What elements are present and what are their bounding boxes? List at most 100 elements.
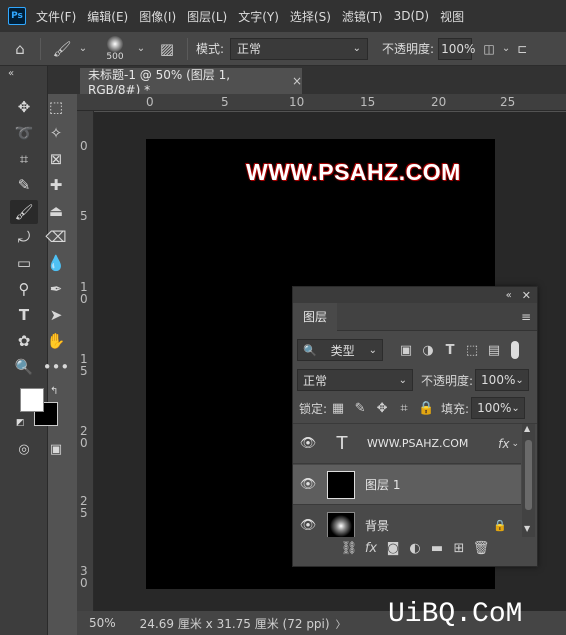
- default-colors-icon[interactable]: ◩: [16, 418, 25, 428]
- history-brush-tool-icon[interactable]: ⤾: [12, 226, 36, 248]
- chevron-down-icon[interactable]: ⌄: [77, 43, 89, 54]
- type-tool-icon[interactable]: T: [12, 304, 36, 326]
- filter-type-icon[interactable]: T: [439, 343, 461, 358]
- fx-icon[interactable]: fx: [360, 541, 382, 556]
- home-icon[interactable]: ⌂: [0, 40, 40, 58]
- mode-select[interactable]: 正常 ⌄: [230, 37, 369, 60]
- visibility-eye-icon[interactable]: 👁: [293, 436, 323, 451]
- chevron-down-icon: ⌄: [511, 402, 520, 414]
- layer-row-text[interactable]: 👁 T WWW.PSAHZ.COM fx ⌄: [293, 424, 521, 464]
- lock-position-icon[interactable]: ✥: [371, 401, 393, 416]
- filter-toggle-icon[interactable]: [511, 341, 519, 359]
- screen-mode-icon[interactable]: ▣: [44, 438, 68, 460]
- collapse-icon[interactable]: «: [8, 68, 14, 79]
- adjustment-icon[interactable]: ◐: [404, 541, 426, 556]
- brush-preset-icon[interactable]: 🖌: [47, 40, 77, 58]
- layer-thumbnail: [327, 511, 355, 537]
- document-tab[interactable]: 未标题-1 @ 50% (图层 1, RGB/8#) * ×: [80, 68, 302, 97]
- menu-3d[interactable]: 3D(D): [394, 9, 429, 23]
- panel-tabs: 图层 ≡: [293, 302, 537, 331]
- menu-image[interactable]: 图像(I): [139, 8, 176, 25]
- flow-icon[interactable]: ⊏: [512, 42, 532, 56]
- pen-tool-icon[interactable]: ✒: [44, 278, 68, 300]
- menu-type[interactable]: 文字(Y): [238, 8, 279, 25]
- lock-transparency-icon[interactable]: ▦: [327, 401, 349, 416]
- menu-bar: Ps 文件(F) 编辑(E) 图像(I) 图层(L) 文字(Y) 选择(S) 滤…: [0, 0, 566, 32]
- menu-file[interactable]: 文件(F): [36, 8, 76, 25]
- filter-pixel-icon[interactable]: ▣: [395, 343, 417, 358]
- layer-row-pixel[interactable]: 👁 图层 1: [293, 465, 521, 505]
- menu-filter[interactable]: 滤镜(T): [342, 8, 383, 25]
- healing-brush-tool-icon[interactable]: ✚: [44, 174, 68, 196]
- menu-edit[interactable]: 编辑(E): [87, 8, 128, 25]
- brush-tool-icon[interactable]: 🖌: [10, 200, 38, 224]
- brush-settings-icon[interactable]: ▨: [153, 40, 181, 58]
- lock-pixels-icon[interactable]: ✎: [349, 401, 371, 416]
- magic-wand-tool-icon[interactable]: ✧: [44, 122, 68, 144]
- gradient-tool-icon[interactable]: ▭: [12, 252, 36, 274]
- mode-label: 模式:: [196, 42, 225, 56]
- pressure-opacity-icon[interactable]: ◫: [478, 42, 500, 56]
- eraser-tool-icon[interactable]: ⌫: [44, 226, 68, 248]
- chevron-down-icon[interactable]: ⌄: [135, 43, 147, 54]
- visibility-eye-icon[interactable]: 👁: [293, 518, 323, 533]
- scrollbar-thumb[interactable]: [525, 440, 532, 510]
- mask-icon[interactable]: ◙: [382, 541, 404, 556]
- folder-icon[interactable]: ▬: [426, 541, 448, 556]
- foreground-color-swatch[interactable]: [20, 388, 44, 412]
- lock-all-icon[interactable]: 🔒: [415, 401, 437, 416]
- blend-mode-select[interactable]: 正常 ⌄: [297, 369, 413, 391]
- layer-fx-icon[interactable]: fx: [498, 437, 509, 451]
- lasso-tool-icon[interactable]: ➰: [12, 122, 36, 144]
- quick-mask-icon[interactable]: ◎: [12, 438, 36, 460]
- swap-colors-icon[interactable]: ↰: [50, 386, 58, 397]
- fill-input[interactable]: 100% ⌄: [471, 397, 526, 419]
- chevron-down-icon[interactable]: ⌄: [500, 43, 512, 54]
- stamp-tool-icon[interactable]: ⏏: [44, 200, 68, 222]
- layer-row-background[interactable]: 👁 背景 🔒: [293, 506, 521, 537]
- brush-size-picker[interactable]: 500: [95, 35, 135, 62]
- brush-tip-icon: [107, 35, 123, 52]
- marquee-tool-icon[interactable]: ⬚: [44, 96, 68, 118]
- more-tools-icon[interactable]: •••: [43, 356, 70, 378]
- lock-artboard-icon[interactable]: ⌗: [393, 401, 415, 416]
- chevron-down-icon[interactable]: ⌄: [511, 439, 519, 449]
- move-tool-icon[interactable]: ✥: [12, 96, 36, 118]
- blur-tool-icon[interactable]: 💧: [44, 252, 68, 274]
- new-layer-icon[interactable]: ⊞: [448, 541, 470, 556]
- opacity-input[interactable]: 100%: [438, 37, 475, 60]
- crop-tool-icon[interactable]: ⌗: [12, 148, 36, 170]
- layer-opacity-input[interactable]: 100% ⌄: [475, 369, 530, 391]
- menu-view[interactable]: 视图: [440, 8, 464, 25]
- mode-value: 正常: [237, 42, 262, 56]
- fill-label: 填充:: [441, 401, 470, 416]
- eyedropper-tool-icon[interactable]: ✎: [12, 174, 36, 196]
- custom-shape-tool-icon[interactable]: ✿: [12, 330, 36, 352]
- path-selection-tool-icon[interactable]: ➤: [44, 304, 68, 326]
- hand-tool-icon[interactable]: ✋: [44, 330, 68, 352]
- close-tab-icon[interactable]: ×: [292, 74, 302, 88]
- status-menu-arrow-icon[interactable]: 〉: [336, 616, 346, 631]
- layers-scrollbar[interactable]: ▲ ▼: [522, 424, 535, 537]
- dodge-tool-icon[interactable]: ⚲: [12, 278, 36, 300]
- panel-menu-icon[interactable]: ≡: [521, 310, 531, 324]
- menu-select[interactable]: 选择(S): [290, 8, 331, 25]
- menu-layer[interactable]: 图层(L): [187, 8, 227, 25]
- ruler-tick-label: 5: [80, 209, 88, 223]
- zoom-level[interactable]: 50%: [89, 616, 116, 630]
- collapse-panel-icon[interactable]: «: [506, 290, 512, 301]
- document-dimensions: 24.69 厘米 x 31.75 厘米 (72 ppi): [139, 616, 330, 631]
- link-icon[interactable]: ⛓: [338, 541, 360, 556]
- tab-layers[interactable]: 图层: [293, 302, 338, 331]
- filter-adjustment-icon[interactable]: ◑: [417, 343, 439, 358]
- filter-smart-object-icon[interactable]: ▤: [483, 343, 505, 358]
- scroll-up-icon[interactable]: ▲: [524, 424, 530, 433]
- visibility-eye-icon[interactable]: 👁: [293, 477, 323, 492]
- scroll-down-icon[interactable]: ▼: [524, 524, 530, 533]
- trash-icon[interactable]: 🗑: [470, 541, 492, 556]
- close-panel-icon[interactable]: ✕: [522, 289, 531, 302]
- layer-filter-select[interactable]: 🔍 类型 ⌄: [297, 339, 383, 361]
- zoom-tool-icon[interactable]: 🔍: [12, 356, 36, 378]
- filter-shape-icon[interactable]: ⬚: [461, 343, 483, 358]
- frame-tool-icon[interactable]: ⊠: [44, 148, 68, 170]
